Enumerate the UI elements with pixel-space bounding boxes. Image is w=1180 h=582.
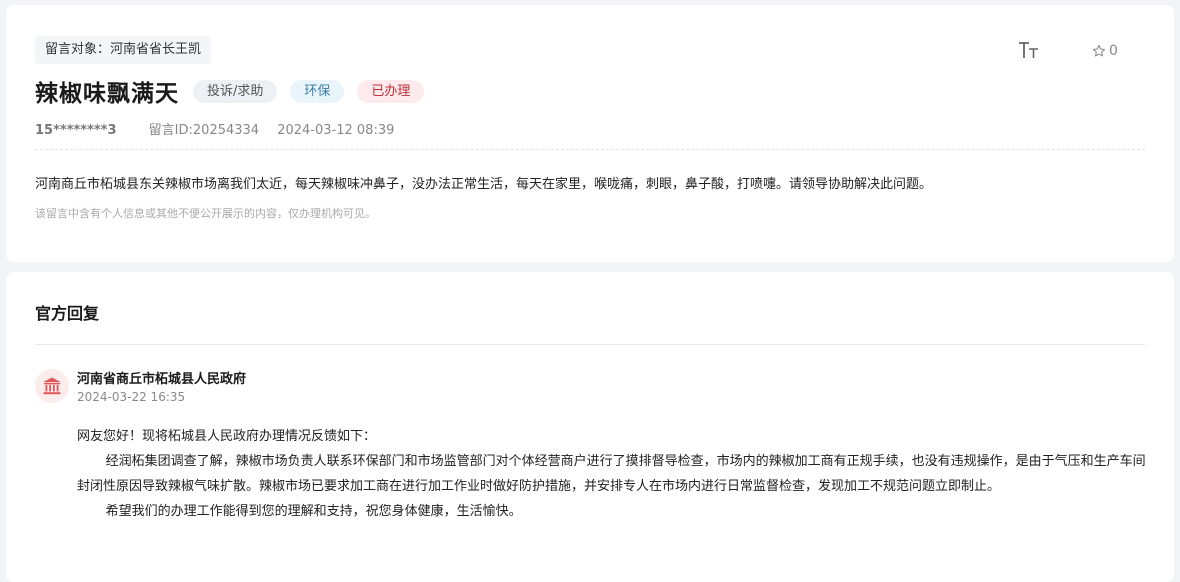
star-icon xyxy=(1092,44,1106,57)
status-badge: 已办理 xyxy=(357,79,425,103)
government-building-icon xyxy=(43,377,61,395)
avatar xyxy=(35,369,69,403)
divider xyxy=(35,149,1145,150)
divider xyxy=(35,344,1145,345)
privacy-notice: 该留言中含有个人信息或其他不便公开展示的内容，仅办理机构可见。 xyxy=(35,207,376,220)
reply-datetime: 2024-03-22 16:35 xyxy=(77,390,186,404)
reply-heading: 官方回复 xyxy=(35,304,100,323)
message-title: 辣椒味飘满天 xyxy=(35,81,179,107)
message-meta: 15********3 留言ID:20254334 2024-03-12 08:… xyxy=(35,121,394,141)
title-row: 辣椒味飘满天 投诉/求助 环保 已办理 xyxy=(35,75,437,107)
org-name: 河南省商丘市柘城县人民政府 xyxy=(77,372,247,387)
reply-paragraph: 经润柘集团调查了解，辣椒市场负责人联系环保部门和市场监管部门对个体经营商户进行了… xyxy=(77,454,1146,494)
tag-category: 环保 xyxy=(290,79,345,103)
message-id: 留言ID:20254334 xyxy=(148,123,260,138)
reply-greeting: 网友您好！现将柘城县人民政府办理情况反馈如下： xyxy=(77,429,377,444)
message-datetime: 2024-03-12 08:39 xyxy=(277,123,395,138)
message-card: 留言对象：河南省省长王凯 0 辣椒味飘满天 投诉/求助 环保 已办理 15***… xyxy=(6,5,1174,262)
reply-card: 官方回复 河南省商丘市柘城县人民政府 2024-03-22 16:35 网友您好… xyxy=(6,272,1174,582)
tag-type: 投诉/求助 xyxy=(193,79,278,103)
font-size-icon[interactable] xyxy=(1018,39,1040,61)
star-count: 0 xyxy=(1109,43,1118,59)
message-user: 15********3 xyxy=(35,123,117,138)
message-content: 河南商丘市柘城县东关辣椒市场离我们太近，每天辣椒味冲鼻子，没办法正常生活，每天在… xyxy=(35,177,933,192)
reply-paragraph: 希望我们的办理工作能得到您的理解和支持，祝您身体健康，生活愉快。 xyxy=(105,504,522,519)
reply-body: 网友您好！现将柘城县人民政府办理情况反馈如下： 经润柘集团调查了解，辣椒市场负责… xyxy=(77,424,1147,524)
favorite-button[interactable]: 0 xyxy=(1092,41,1118,61)
message-target: 留言对象：河南省省长王凯 xyxy=(35,36,212,64)
